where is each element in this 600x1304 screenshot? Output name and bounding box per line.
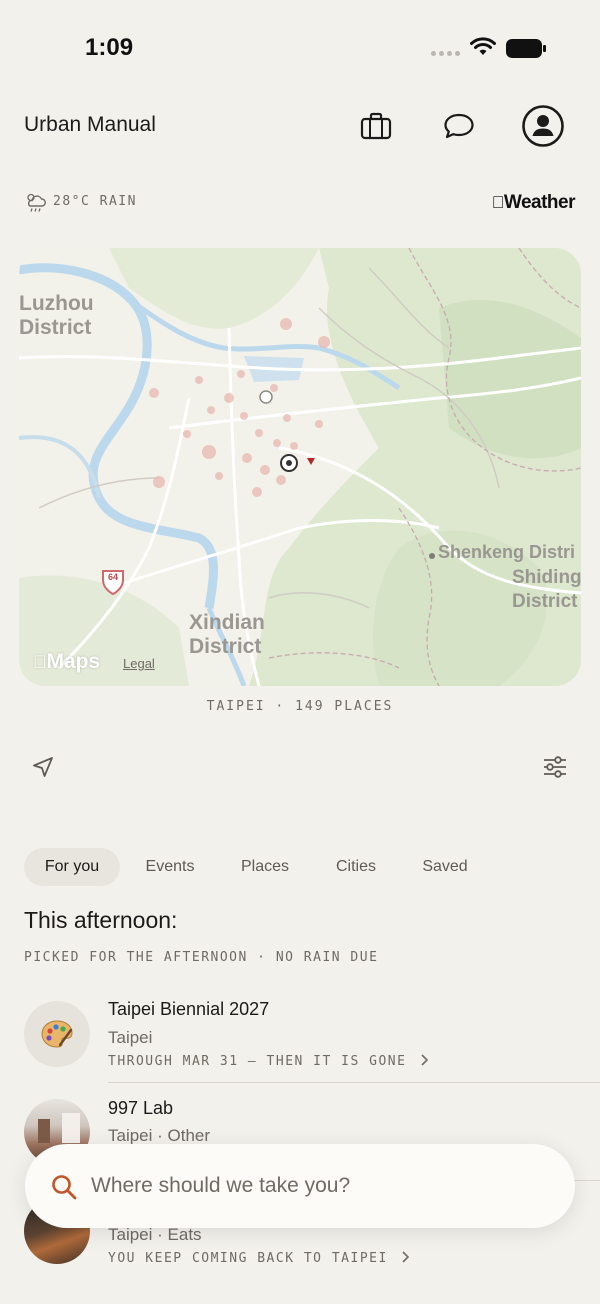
cellular-signal-icon — [431, 51, 436, 56]
briefcase-icon — [360, 112, 392, 140]
search-icon — [52, 1175, 77, 1200]
tab-saved[interactable]: Saved — [408, 848, 482, 886]
map-caption: TAIPEI · 149 PLACES — [206, 699, 394, 714]
chat-bubble-icon — [444, 113, 474, 139]
item-title: Taipei Biennial 2027 — [108, 999, 270, 1019]
divider — [108, 1082, 600, 1083]
apple-logo-icon:  — [33, 652, 47, 672]
cellular-signal-dot — [455, 51, 460, 56]
palette-icon — [41, 1020, 73, 1048]
map-label-luzhou: Luzhou District — [19, 292, 94, 339]
weather-brand-label: Weather — [503, 192, 576, 213]
tab-for-you[interactable]: For you — [24, 848, 120, 886]
item-meta: Taipei · Eats — [108, 1225, 202, 1244]
item-meta: Taipei · Other — [108, 1126, 211, 1145]
wifi-icon — [470, 37, 496, 55]
item-cta-label: YOU KEEP COMING BACK TO TAIPEI — [108, 1251, 388, 1266]
status-time: 1:09 — [85, 34, 134, 61]
section-title: This afternoon: — [24, 907, 178, 933]
messages-button[interactable] — [437, 104, 481, 148]
map-legal-link[interactable]: Legal — [123, 656, 155, 671]
weather-summary: 28°C RAIN — [53, 194, 137, 209]
tab-events[interactable]: Events — [132, 848, 208, 886]
section-subtitle: PICKED FOR THE AFTERNOON · NO RAIN DUE — [24, 950, 379, 965]
map-label-shenkeng: Shenkeng Distri — [438, 542, 576, 562]
app-title: Urban Manual — [24, 113, 156, 136]
search-bar[interactable]: Where should we take you? — [25, 1144, 575, 1228]
cellular-signal-dot — [447, 51, 452, 56]
item-cta[interactable]: YOU KEEP COMING BACK TO TAIPEI — [108, 1251, 411, 1266]
account-icon — [522, 105, 564, 147]
filter-sliders-icon[interactable] — [542, 755, 568, 779]
chevron-right-icon — [402, 1251, 410, 1263]
location-arrow-icon[interactable] — [31, 755, 55, 779]
apple-logo-icon:  — [492, 193, 505, 212]
item-title: 997 Lab — [108, 1098, 174, 1118]
cloud-rain-icon — [27, 193, 46, 212]
map-view[interactable]: Luzhou District Xindian District Shenken… — [19, 248, 581, 686]
chevron-right-icon — [421, 1054, 428, 1066]
maps-attribution: Maps — [33, 650, 100, 674]
map-background — [19, 248, 581, 686]
profile-button[interactable] — [521, 104, 565, 148]
item-cta[interactable]: THROUGH MAR 31 — THEN IT IS GONE — [108, 1054, 430, 1069]
item-thumbnail — [24, 1001, 90, 1067]
battery-icon — [506, 39, 542, 58]
item-cta-label: THROUGH MAR 31 — THEN IT IS GONE — [108, 1054, 407, 1069]
tab-cities[interactable]: Cities — [322, 848, 390, 886]
battery-cap — [543, 45, 546, 52]
route-shield-number: 64 — [107, 572, 118, 582]
item-meta: Taipei — [108, 1028, 153, 1047]
trips-button[interactable] — [354, 104, 398, 148]
cellular-signal-dot — [439, 51, 444, 56]
map-label-xindian: Xindian District — [189, 611, 265, 658]
search-input[interactable]: Where should we take you? — [91, 1174, 350, 1198]
map-label-shiding: Shiding District — [512, 567, 581, 612]
maps-brand-label: Maps — [33, 650, 101, 673]
tab-places[interactable]: Places — [226, 848, 304, 886]
weather-attribution[interactable]: Weather — [492, 192, 576, 214]
